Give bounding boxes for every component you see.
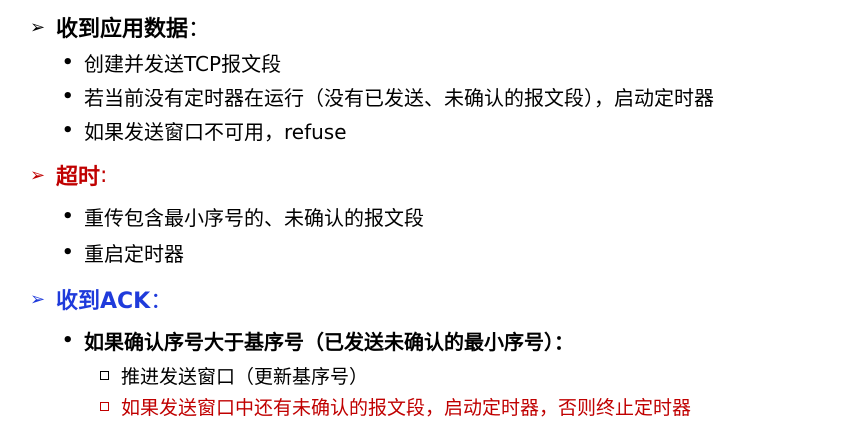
square-bullet-icon bbox=[100, 401, 109, 411]
list-item: • 如果确认序号大于基序号（已发送未确认的最小序号）： bbox=[62, 326, 574, 354]
square-bullet-icon bbox=[100, 370, 109, 380]
list-item: • 创建并发送TCP报文段 bbox=[62, 48, 281, 76]
list-item-text: 重启定时器 bbox=[84, 241, 184, 266]
bullet-dot-icon: • bbox=[62, 119, 74, 141]
list-item: • 重启定时器 bbox=[62, 238, 184, 266]
heading-colon: : bbox=[100, 162, 108, 188]
heading-text: 超时 bbox=[56, 165, 101, 190]
arrow-bullet-icon: ➢ bbox=[30, 288, 46, 310]
bullet-dot-icon: • bbox=[62, 205, 74, 227]
list-item-text: 如果发送窗口不可用，refuse bbox=[84, 119, 347, 144]
heading-text: 收到应用数据 bbox=[56, 17, 189, 42]
sub-list-item: 推进发送窗口（更新基序号） bbox=[100, 362, 368, 388]
sub-list-item: 如果发送窗口中还有未确认的报文段，启动定时器，否则终止定时器 bbox=[100, 393, 691, 419]
arrow-bullet-icon: ➢ bbox=[30, 16, 46, 38]
list-item-text: 创建并发送TCP报文段 bbox=[84, 51, 282, 76]
list-item-text: 如果确认序号大于基序号（已发送未确认的最小序号）： bbox=[84, 329, 574, 354]
list-item: • 如果发送窗口不可用，refuse bbox=[62, 116, 347, 144]
sub-list-item-text: 如果发送窗口中还有未确认的报文段，启动定时器，否则终止定时器 bbox=[121, 396, 692, 419]
list-item-text: 重传包含最小序号的、未确认的报文段 bbox=[84, 205, 424, 230]
bullet-dot-icon: • bbox=[62, 51, 74, 73]
section-heading-app-data: ➢ 收到应用数据 ： bbox=[30, 12, 211, 43]
section-heading-ack: ➢ 收到ACK ： bbox=[30, 284, 173, 315]
list-item: • 若当前没有定时器在运行（没有已发送、未确认的报文段），启动定时器 bbox=[62, 82, 714, 110]
sub-list-item-text: 推进发送窗口（更新基序号） bbox=[121, 365, 369, 388]
slide: ➢ 收到应用数据 ： • 创建并发送TCP报文段 • 若当前没有定时器在运行（没… bbox=[0, 0, 843, 430]
heading-colon: ： bbox=[188, 17, 211, 42]
heading-text: 收到ACK bbox=[56, 289, 151, 314]
arrow-bullet-icon: ➢ bbox=[30, 164, 46, 186]
bullet-dot-icon: • bbox=[62, 85, 74, 107]
list-item-text: 若当前没有定时器在运行（没有已发送、未确认的报文段），启动定时器 bbox=[84, 85, 714, 110]
bullet-dot-icon: • bbox=[62, 329, 74, 351]
list-item: • 重传包含最小序号的、未确认的报文段 bbox=[62, 202, 424, 230]
heading-colon: ： bbox=[150, 289, 173, 314]
bullet-dot-icon: • bbox=[62, 241, 74, 263]
section-heading-timeout: ➢ 超时 : bbox=[30, 160, 108, 191]
